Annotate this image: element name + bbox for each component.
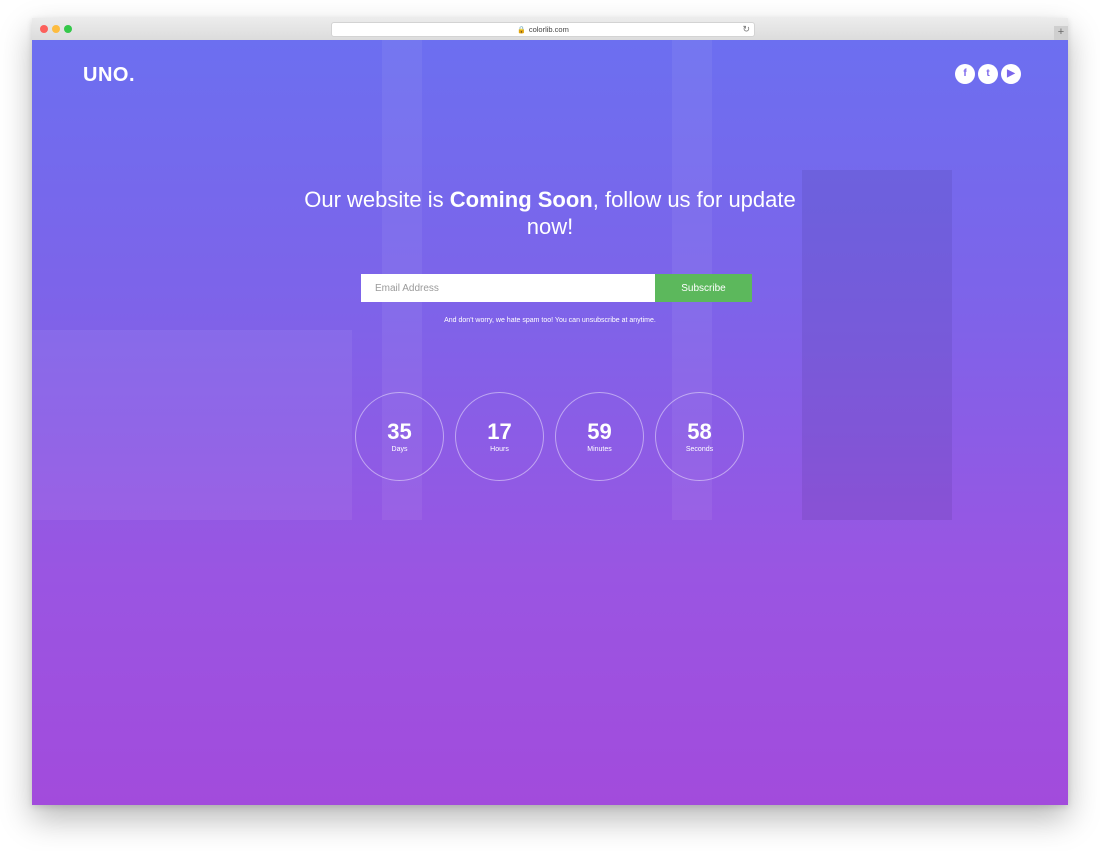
subscribe-button[interactable]: Subscribe: [655, 274, 752, 302]
countdown-value: 17: [487, 419, 512, 444]
spam-note: And don't worry, we hate spam too! You c…: [444, 317, 656, 324]
countdown-label: Hours: [490, 446, 509, 453]
facebook-icon[interactable]: f: [955, 64, 975, 84]
youtube-icon[interactable]: ▶: [1001, 64, 1021, 84]
countdown-minutes: 59 Minutes: [555, 392, 644, 481]
zoom-window-icon[interactable]: [64, 25, 72, 33]
browser-window: 🔒 colorlib.com ↻ + UNO. f t ▶ Our website…: [32, 18, 1068, 805]
countdown-seconds: 58 Seconds: [655, 392, 744, 481]
hero-headline: Our website is Coming Soon, follow us fo…: [300, 186, 800, 240]
new-tab-button[interactable]: +: [1054, 26, 1068, 40]
headline-prefix: Our website is: [304, 187, 450, 212]
countdown-value: 35: [387, 419, 412, 444]
countdown-label: Days: [391, 446, 408, 453]
lock-icon: 🔒: [517, 27, 526, 34]
address-bar[interactable]: 🔒 colorlib.com ↻: [331, 22, 755, 37]
bg-shelf-shape: [32, 330, 352, 520]
minimize-window-icon[interactable]: [52, 25, 60, 33]
countdown-label: Minutes: [587, 446, 612, 453]
url-text: colorlib.com: [528, 25, 569, 34]
page-viewport: UNO. f t ▶ Our website is Coming Soon, f…: [32, 40, 1068, 805]
countdown-days: 35 Days: [355, 392, 444, 481]
countdown-value: 59: [587, 419, 612, 444]
countdown-hours: 17 Hours: [455, 392, 544, 481]
countdown-label: Seconds: [685, 446, 714, 453]
close-window-icon[interactable]: [40, 25, 48, 33]
subscribe-form: Subscribe: [361, 274, 752, 302]
email-input[interactable]: [361, 274, 655, 302]
bg-fridge-shape: [802, 170, 952, 520]
social-links: f t ▶: [955, 64, 1021, 84]
headline-bold: Coming Soon: [449, 187, 593, 212]
countdown-value: 58: [687, 419, 712, 444]
reload-icon[interactable]: ↻: [742, 23, 750, 36]
site-logo[interactable]: UNO.: [83, 64, 135, 87]
browser-titlebar: 🔒 colorlib.com ↻ +: [32, 18, 1068, 41]
twitter-icon[interactable]: t: [978, 64, 998, 84]
countdown-timer: 35 Days 17 Hours 59 Minutes 58 Seconds: [355, 392, 744, 481]
